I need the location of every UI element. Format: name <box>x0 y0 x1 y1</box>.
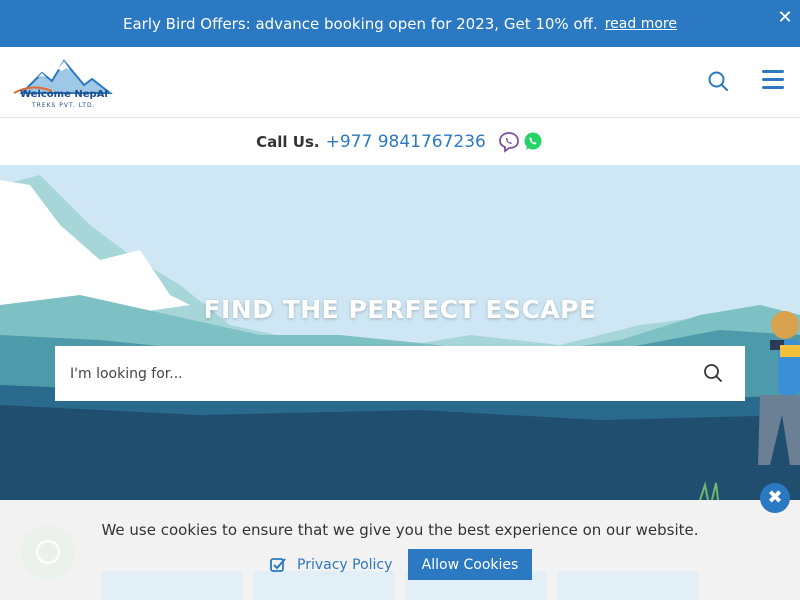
offer-text: Early Bird Offers: advance booking open … <box>123 14 598 33</box>
hamburger-menu-icon[interactable] <box>762 70 784 90</box>
privacy-policy-link[interactable]: Privacy Policy <box>270 555 392 575</box>
phone-link[interactable]: +977 9841767236 <box>326 132 486 152</box>
cookie-consent-banner: We use cookies to ensure that we give yo… <box>0 483 800 600</box>
offer-close-button[interactable]: ✕ <box>776 9 794 27</box>
category-card[interactable] <box>254 571 394 600</box>
logo-name: Welcome NepAl <box>20 89 108 100</box>
contact-bar: Call Us. +977 9841767236 <box>0 118 800 165</box>
hero-search-input[interactable] <box>70 365 670 382</box>
category-card[interactable] <box>102 571 242 600</box>
whatsapp-chat-icon <box>35 539 61 565</box>
privacy-policy-label: Privacy Policy <box>297 557 393 573</box>
hero-banner: FIND THE PERFECT ESCAPE <box>0 165 800 500</box>
logo-subtitle: TREKS PVT. LTD. <box>31 102 95 109</box>
company-logo[interactable]: Welcome NepAl TREKS PVT. LTD. <box>12 55 114 111</box>
mountain-illustration <box>0 165 800 500</box>
page: Early Bird Offers: advance booking open … <box>0 0 800 600</box>
allow-cookies-button[interactable]: Allow Cookies <box>408 549 532 580</box>
hero-search-icon[interactable] <box>703 363 723 383</box>
search-icon[interactable] <box>707 70 729 92</box>
read-more-link[interactable]: read more <box>605 16 677 32</box>
cookie-close-button[interactable]: ✖ <box>760 483 790 513</box>
site-header: Welcome NepAl TREKS PVT. LTD. <box>0 47 800 118</box>
category-card[interactable] <box>558 571 698 600</box>
cookie-message: We use cookies to ensure that we give yo… <box>101 521 699 539</box>
whatsapp-icon[interactable] <box>522 131 544 153</box>
hero-title: FIND THE PERFECT ESCAPE <box>203 295 597 324</box>
check-icon <box>270 558 286 572</box>
viber-icon[interactable] <box>498 131 520 153</box>
hero-search-box <box>55 346 745 401</box>
call-label: Call Us. <box>256 132 320 151</box>
offer-banner: Early Bird Offers: advance booking open … <box>0 0 800 47</box>
